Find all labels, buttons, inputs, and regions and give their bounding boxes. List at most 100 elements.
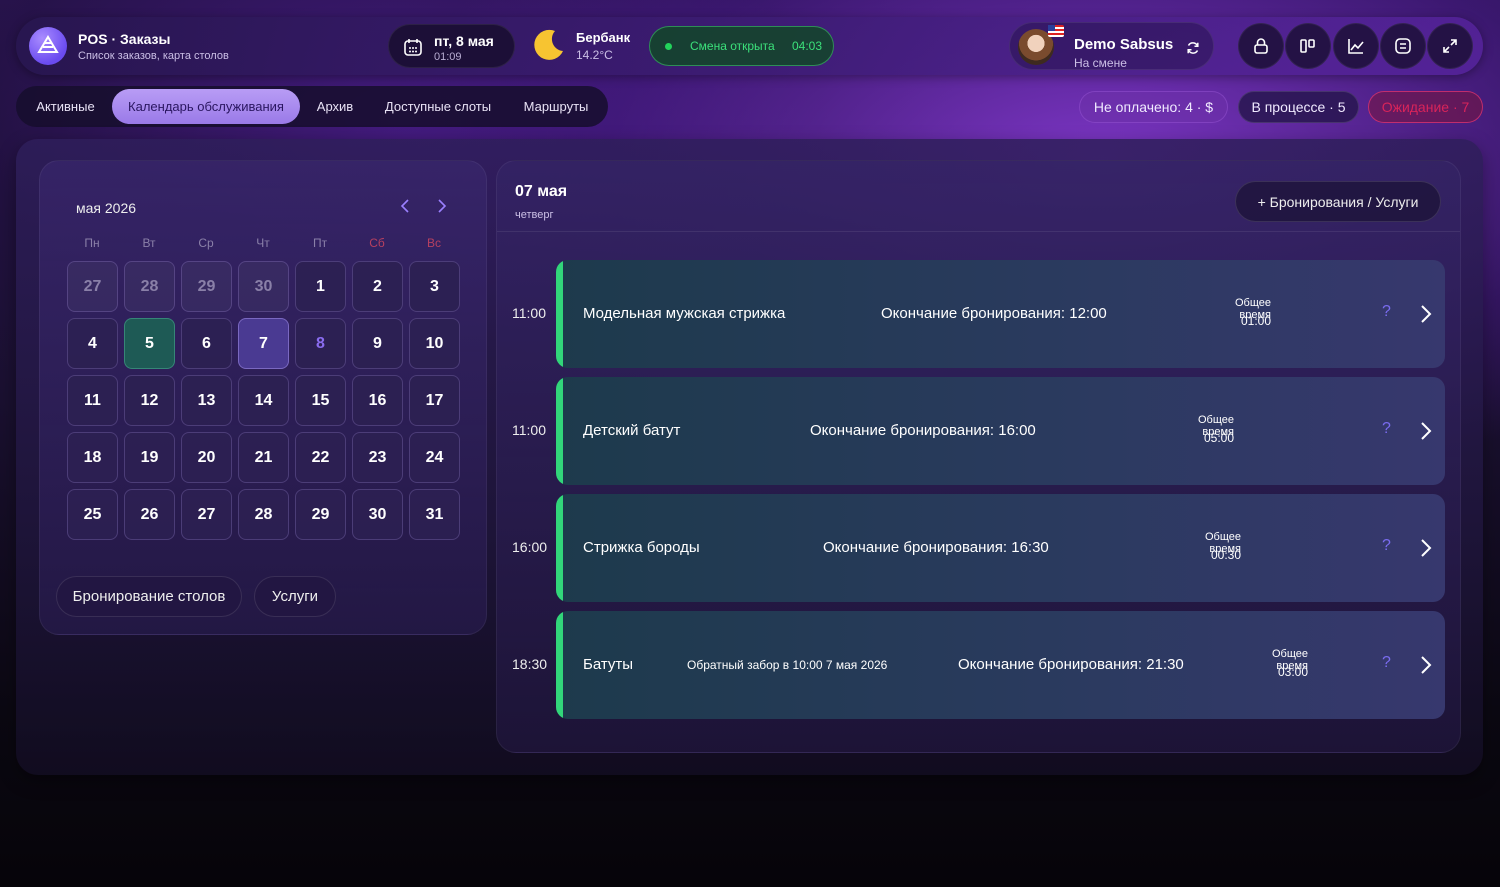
weekday-label: Вс [426, 236, 441, 250]
current-date: пт, 8 мая [434, 33, 494, 49]
shift-status-badge[interactable]: Смена открыта 04:03 [649, 26, 834, 66]
table-booking-button[interactable]: Бронирование столов [56, 576, 242, 617]
lock-button[interactable] [1238, 23, 1284, 69]
calendar-day[interactable]: 19 [124, 432, 175, 483]
booking-end-time: Окончание бронирования: 16:00 [810, 422, 1036, 439]
tab-service-calendar[interactable]: Календарь обслуживания [112, 89, 300, 124]
calendar-day[interactable]: 28 [238, 489, 289, 540]
help-icon[interactable]: ? [1382, 420, 1391, 438]
calendar-day[interactable]: 28 [124, 261, 175, 312]
receipt-icon [1395, 38, 1411, 54]
calendar-day[interactable]: 3 [409, 261, 460, 312]
weather-temp: 14.2°C [576, 48, 613, 62]
calendar-day[interactable]: 9 [352, 318, 403, 369]
user-status: На смене [1074, 56, 1127, 70]
add-booking-button[interactable]: + Бронирования / Услуги [1235, 181, 1441, 222]
refresh-icon[interactable] [1186, 41, 1200, 60]
calendar-day[interactable]: 11 [67, 375, 118, 426]
chevron-right-icon[interactable] [1420, 304, 1432, 329]
tab-available-slots[interactable]: Доступные слоты [374, 89, 502, 124]
calendar-day[interactable]: 1 [295, 261, 346, 312]
calendar-day[interactable]: 20 [181, 432, 232, 483]
shift-label: Смена открыта [690, 39, 775, 53]
booking-status-bar [556, 494, 563, 602]
calendar-day[interactable]: 2 [352, 261, 403, 312]
calendar-day[interactable]: 16 [352, 375, 403, 426]
app-title: POS · Заказы [78, 31, 171, 47]
total-time-value: 05:00 [1203, 431, 1234, 445]
total-time-value: 03:00 [1277, 665, 1308, 679]
weather-city: Бербанк [576, 30, 631, 45]
total-time-value: 01:00 [1240, 314, 1271, 328]
columns-button[interactable] [1285, 23, 1331, 69]
help-icon[interactable]: ? [1382, 654, 1391, 672]
booking-card[interactable]: Модельная мужская стрижка Окончание брони… [556, 260, 1445, 368]
user-pill[interactable]: Demo Sabsus На смене [1009, 22, 1214, 70]
weekday-label: Пт [312, 236, 328, 250]
prev-month-icon[interactable] [400, 198, 410, 219]
top-header: POS · Заказы Список заказов, карта столо… [16, 17, 1483, 75]
booking-card[interactable]: Батуты Обратный забор в 10:00 7 мая 2026 О… [556, 611, 1445, 719]
weekday-label: Чт [256, 236, 270, 250]
calendar-day[interactable]: 15 [295, 375, 346, 426]
calendar-day[interactable]: 13 [181, 375, 232, 426]
calendar-day[interactable]: 12 [124, 375, 175, 426]
tab-active[interactable]: Активные [23, 89, 108, 124]
weekday-label: Вт [142, 236, 156, 250]
schedule-date: 07 мая [515, 183, 568, 200]
calendar-day[interactable]: 6 [181, 318, 232, 369]
app-logo-icon [29, 27, 67, 65]
booking-card[interactable]: Детский батут Окончание бронирования: 16:… [556, 377, 1445, 485]
booking-extra-note: Обратный забор в 10:00 7 мая 2026 [687, 658, 888, 672]
calendar-day[interactable]: 26 [124, 489, 175, 540]
divider [497, 231, 1460, 232]
chevron-right-icon[interactable] [1420, 421, 1432, 446]
waiting-filter-badge[interactable]: Ожидание · 7 [1368, 91, 1483, 123]
total-time-value: 00:30 [1210, 548, 1241, 562]
booking-card[interactable]: Стрижка бороды Окончание бронирования: 16… [556, 494, 1445, 602]
booking-service-name: Модельная мужская стрижка [583, 305, 786, 322]
calendar-day[interactable]: 17 [409, 375, 460, 426]
analytics-button[interactable] [1333, 23, 1379, 69]
calendar-day[interactable]: 8 [295, 318, 346, 369]
lock-icon [1254, 38, 1268, 54]
chevron-right-icon[interactable] [1420, 655, 1432, 680]
booking-time: 16:00 [512, 539, 548, 555]
chevron-right-icon[interactable] [1420, 538, 1432, 563]
help-icon[interactable]: ? [1382, 537, 1391, 555]
booking-end-time: Окончание бронирования: 21:30 [958, 656, 1184, 673]
booking-time: 11:00 [512, 305, 546, 321]
receipt-button[interactable] [1380, 23, 1426, 69]
calendar-day[interactable]: 22 [295, 432, 346, 483]
unpaid-filter-badge[interactable]: Не оплачено: 4 · $ [1079, 91, 1228, 123]
calendar-day[interactable]: 5 [124, 318, 175, 369]
calendar-day[interactable]: 24 [409, 432, 460, 483]
calendar-day[interactable]: 30 [238, 261, 289, 312]
calendar-day[interactable]: 27 [67, 261, 118, 312]
calendar-day[interactable]: 27 [181, 489, 232, 540]
calendar-day[interactable]: 14 [238, 375, 289, 426]
calendar-day[interactable]: 31 [409, 489, 460, 540]
calendar-day[interactable]: 18 [67, 432, 118, 483]
weekday-label: Ср [198, 236, 214, 250]
calendar-day[interactable]: 21 [238, 432, 289, 483]
services-button[interactable]: Услуги [254, 576, 336, 617]
calendar-day[interactable]: 29 [181, 261, 232, 312]
schedule-weekday: четверг [515, 209, 554, 221]
next-month-icon[interactable] [437, 198, 447, 219]
help-icon[interactable]: ? [1382, 303, 1391, 321]
calendar-month-label: мая 2026 [76, 200, 137, 216]
app-subtitle: Список заказов, карта столов [78, 50, 229, 62]
booking-end-time: Окончание бронирования: 16:30 [823, 539, 1049, 556]
calendar-day[interactable]: 23 [352, 432, 403, 483]
in-progress-filter-badge[interactable]: В процессе · 5 [1238, 91, 1359, 123]
calendar-day[interactable]: 29 [295, 489, 346, 540]
calendar-day[interactable]: 7 [238, 318, 289, 369]
calendar-day[interactable]: 10 [409, 318, 460, 369]
tab-routes[interactable]: Маршруты [512, 89, 600, 124]
calendar-day[interactable]: 25 [67, 489, 118, 540]
fullscreen-button[interactable] [1427, 23, 1473, 69]
calendar-day[interactable]: 30 [352, 489, 403, 540]
tab-archive[interactable]: Архив [306, 89, 364, 124]
calendar-day[interactable]: 4 [67, 318, 118, 369]
